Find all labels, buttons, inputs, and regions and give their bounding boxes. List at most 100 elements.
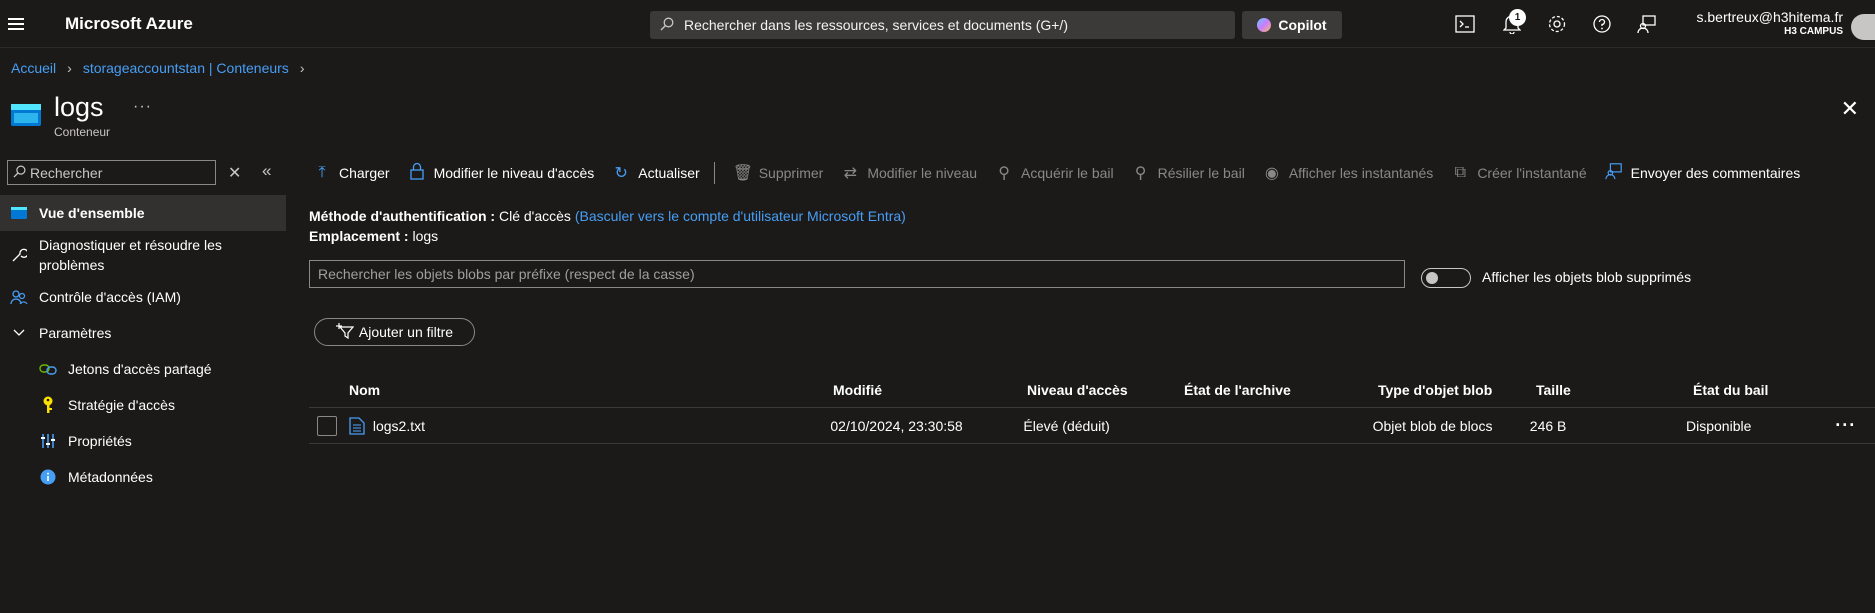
- table-row[interactable]: logs2.txt 02/10/2024, 23:30:58 Élevé (dé…: [309, 408, 1875, 444]
- breadcrumb-parent-link[interactable]: storageaccountstan | Conteneurs: [83, 60, 289, 76]
- column-header-access-tier[interactable]: Niveau d'accès: [1027, 382, 1184, 398]
- swap-arrows-icon: ⇄: [843, 165, 858, 182]
- settings-gear-icon[interactable]: [1545, 12, 1569, 36]
- brand-title[interactable]: Microsoft Azure: [65, 14, 193, 34]
- sidebar-item-label: Diagnostiquer et résoudre les problèmes: [39, 237, 222, 273]
- sidebar-item-iam[interactable]: Contrôle d'accès (IAM): [0, 279, 286, 315]
- blob-name-cell: logs2.txt: [349, 416, 831, 435]
- change-access-level-button[interactable]: Modifier le niveau d'accès: [408, 162, 595, 185]
- column-header-name[interactable]: Nom: [349, 382, 833, 398]
- acquire-lease-label: Acquérir le bail: [1021, 165, 1114, 181]
- toolbar-divider: [713, 162, 715, 184]
- blob-type-cell: Objet blob de blocs: [1372, 417, 1493, 434]
- sidebar-item-label: Vue d'ensemble: [39, 205, 145, 221]
- row-more-options-icon[interactable]: ···: [1835, 415, 1875, 436]
- add-filter-button[interactable]: Ajouter un filtre: [314, 318, 475, 346]
- filter-add-icon: [335, 322, 355, 342]
- help-icon[interactable]: [1590, 12, 1614, 36]
- sidebar-item-label: Contrôle d'accès (IAM): [39, 289, 181, 305]
- acquire-lease-button[interactable]: ⚲ Acquérir le bail: [995, 163, 1114, 183]
- collapse-sidebar-icon[interactable]: «: [262, 161, 271, 181]
- column-header-archive-status[interactable]: État de l'archive: [1184, 382, 1378, 398]
- snapshot-icon: ⧉: [1454, 164, 1467, 181]
- avatar[interactable]: [1851, 14, 1875, 40]
- row-checkbox[interactable]: [317, 415, 337, 436]
- sidebar-item-access-policy[interactable]: Stratégie d'accès: [0, 387, 286, 423]
- people-icon: [10, 288, 28, 306]
- broken-link-icon: ⚲: [1134, 165, 1147, 182]
- change-tier-button[interactable]: ⇄ Modifier le niveau: [841, 163, 977, 183]
- blob-tier-cell: Élevé (déduit): [1023, 417, 1110, 434]
- sidebar-item-properties[interactable]: Propriétés: [0, 423, 286, 459]
- create-snapshot-button[interactable]: ⧉ Créer l'instantané: [1451, 164, 1587, 182]
- upload-icon: ⤒: [318, 164, 326, 181]
- blob-lease-cell: Disponible: [1686, 417, 1752, 434]
- clear-search-icon[interactable]: ✕: [228, 163, 241, 183]
- menu-icon[interactable]: [0, 0, 32, 48]
- send-feedback-label: Envoyer des commentaires: [1630, 165, 1801, 181]
- row-select-cell: [309, 415, 349, 436]
- chevron-right-icon: ›: [67, 60, 72, 76]
- container-info: Méthode d'authentification : Clé d'accès…: [309, 206, 906, 246]
- sidebar-item-overview[interactable]: Vue d'ensemble: [0, 195, 286, 231]
- show-deleted-label: Afficher les objets blob supprimés: [1482, 269, 1692, 285]
- send-feedback-button[interactable]: Envoyer des commentaires: [1604, 162, 1801, 185]
- refresh-icon: ↻: [614, 165, 628, 182]
- break-lease-label: Résilier le bail: [1157, 165, 1245, 181]
- sidebar-item-metadata[interactable]: Métadonnées: [0, 459, 286, 495]
- sidebar-item-sas-tokens[interactable]: Jetons d'accès partagé: [0, 351, 286, 387]
- copilot-label: Copilot: [1278, 17, 1327, 33]
- column-header-blob-type[interactable]: Type d'objet blob: [1378, 382, 1536, 398]
- blob-table: Nom Modifié Niveau d'accès État de l'arc…: [309, 372, 1875, 444]
- eye-icon: ◉: [1264, 165, 1279, 182]
- sidebar-item-label: Stratégie d'accès: [68, 397, 175, 413]
- sidebar-search-input[interactable]: Rechercher: [7, 160, 216, 185]
- blob-size-cell: 246 B: [1529, 417, 1567, 434]
- notification-count-badge: 1: [1509, 9, 1526, 26]
- break-lease-button[interactable]: ⚲ Résilier le bail: [1132, 163, 1245, 183]
- breadcrumb-home-link[interactable]: Accueil: [11, 60, 56, 76]
- sidebar-item-diagnose[interactable]: Diagnostiquer et résoudre les problèmes: [0, 231, 286, 279]
- account-email: s.bertreux@h3hitema.fr: [1696, 9, 1844, 25]
- add-filter-label: Ajouter un filtre: [358, 324, 454, 340]
- global-search-input[interactable]: Rechercher dans les ressources, services…: [650, 11, 1235, 39]
- sidebar-item-label: Propriétés: [68, 433, 132, 449]
- view-snapshots-button[interactable]: ◉ Afficher les instantanés: [1263, 163, 1433, 183]
- file-icon: [349, 416, 365, 435]
- page-subtitle: Conteneur: [54, 125, 111, 139]
- cloud-shell-icon[interactable]: [1453, 12, 1477, 36]
- delete-button[interactable]: 🗑 Supprimer: [733, 163, 824, 183]
- column-header-size[interactable]: Taille: [1536, 382, 1693, 398]
- blob-prefix-search-input[interactable]: Rechercher les objets blobs par préfixe …: [309, 260, 1405, 288]
- column-header-lease-state[interactable]: État du bail: [1693, 382, 1843, 398]
- chevron-down-icon: [10, 324, 28, 342]
- link-icon: ⚲: [998, 165, 1010, 182]
- sliders-icon: [39, 432, 57, 450]
- refresh-label: Actualiser: [638, 165, 700, 181]
- refresh-button[interactable]: ↻ Actualiser: [612, 163, 700, 183]
- change-access-level-label: Modifier le niveau d'accès: [433, 165, 595, 181]
- link-icon: [39, 360, 57, 378]
- auth-method-label: Méthode d'authentification :: [309, 208, 496, 224]
- sidebar-group-settings[interactable]: Paramètres: [0, 315, 286, 351]
- sidebar-item-label: Paramètres: [39, 325, 112, 341]
- blob-name-link[interactable]: logs2.txt: [373, 418, 425, 434]
- switch-auth-link[interactable]: (Basculer vers le compte d'utilisateur M…: [575, 208, 906, 224]
- lock-icon: [408, 162, 426, 185]
- page-header: logs Conteneur: [11, 92, 110, 139]
- table-header: Nom Modifié Niveau d'accès État de l'arc…: [309, 372, 1875, 408]
- account-menu[interactable]: s.bertreux@h3hitema.fr H3 CAMPUS: [1697, 9, 1844, 37]
- column-header-modified[interactable]: Modifié: [833, 382, 1027, 398]
- sidebar-item-label: Jetons d'accès partagé: [68, 361, 212, 377]
- create-snapshot-label: Créer l'instantané: [1477, 165, 1587, 181]
- change-tier-label: Modifier le niveau: [867, 165, 978, 181]
- more-options-icon[interactable]: ···: [133, 98, 152, 116]
- copilot-button[interactable]: Copilot: [1242, 11, 1342, 39]
- show-deleted-toggle[interactable]: [1421, 268, 1471, 288]
- upload-label: Charger: [339, 165, 390, 181]
- info-icon: [39, 468, 57, 486]
- upload-button[interactable]: ⤒ Charger: [313, 164, 390, 182]
- delete-label: Supprimer: [758, 165, 824, 181]
- feedback-icon[interactable]: [1635, 12, 1659, 36]
- close-icon[interactable]: ✕: [1841, 96, 1859, 122]
